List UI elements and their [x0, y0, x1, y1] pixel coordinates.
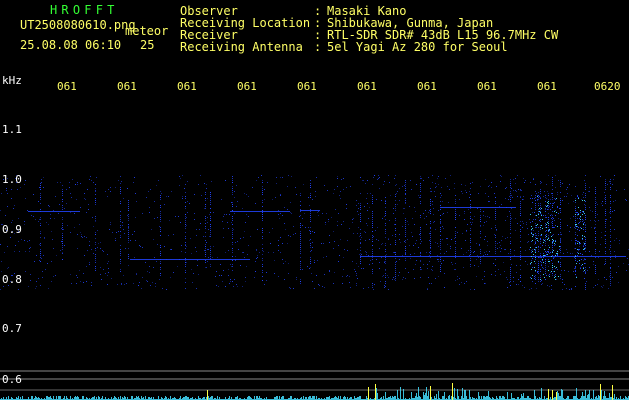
spectrogram-window: HROFFT UT2508080610.png meteor 25.08.08 … [0, 0, 629, 400]
x-tick-label: 0616 [357, 81, 376, 92]
separator: : [314, 40, 322, 54]
x-tick-label: 0618 [477, 81, 496, 92]
x-tick-label: 0615 [297, 81, 316, 92]
category-tag: meteor [125, 24, 169, 38]
y-tick-label: 0.8 [2, 273, 22, 286]
spectrogram-pixels [0, 175, 629, 290]
filename-label: UT2508080610.png [20, 18, 136, 32]
x-tick-label: 0617 [417, 81, 436, 92]
signal-strength-trace [0, 383, 629, 400]
x-tick-label: 0620 [594, 80, 621, 93]
app-brand: HROFFT [50, 3, 119, 17]
y-tick-label: 1.1 [2, 123, 22, 136]
x-tick-label: 0611 [57, 81, 76, 92]
x-tick-label: 0612 [117, 81, 136, 92]
x-tick-label: 0619 [537, 81, 556, 92]
timestamp-label: 25.08.08 06:10 [20, 38, 122, 52]
spectrogram-plot [0, 175, 629, 400]
event-count: 25 [140, 38, 155, 52]
antenna-label: Receiving Antenna [180, 40, 303, 54]
y-tick-label: 0.6 [2, 373, 22, 386]
x-tick-label: 0614 [237, 81, 256, 92]
y-tick-label: 1.0 [2, 173, 22, 186]
x-tick-label: 0613 [177, 81, 196, 92]
y-tick-label: 0.9 [2, 223, 22, 236]
antenna-value: 5el Yagi Az 280 for Seoul [327, 40, 508, 54]
y-tick-label: 0.7 [2, 322, 22, 335]
y-axis-unit: kHz [2, 74, 22, 87]
